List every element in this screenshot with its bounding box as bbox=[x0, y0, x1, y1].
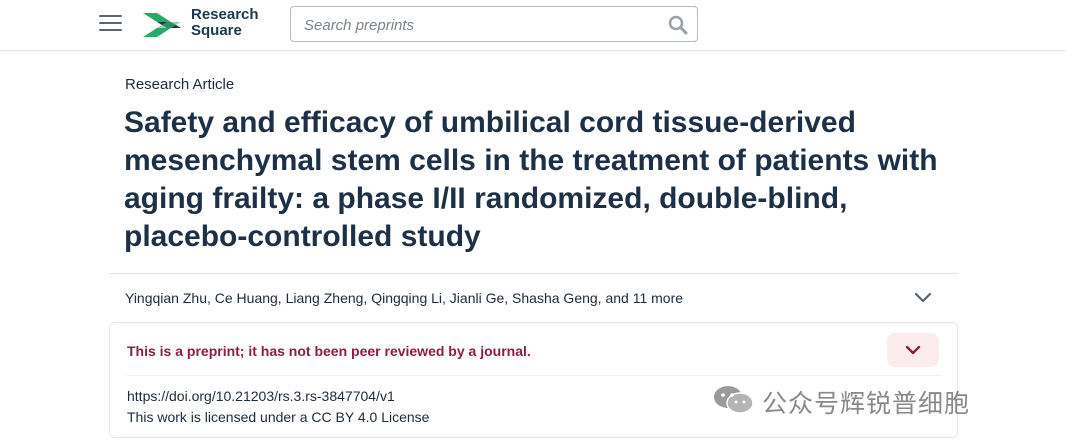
notice-divider bbox=[127, 375, 941, 376]
wechat-icon bbox=[714, 386, 754, 414]
top-navigation-bar: Research Square bbox=[0, 0, 1066, 51]
article-title: Safety and efficacy of umbilical cord ti… bbox=[124, 106, 938, 253]
logo-mark-icon bbox=[143, 13, 181, 37]
authors-expand-chevron-down-icon[interactable] bbox=[914, 290, 932, 306]
watermark: 公众号辉锐普细胞 bbox=[712, 382, 1042, 418]
author-list: Yingqian Zhu, Ce Huang, Liang Zheng, Qin… bbox=[125, 290, 684, 306]
logo-line-2: Square bbox=[191, 22, 242, 39]
license-text: This work is licensed under a CC BY 4.0 … bbox=[127, 409, 430, 425]
research-square-logo[interactable]: Research Square bbox=[141, 7, 271, 43]
logo-line-1: Research bbox=[191, 6, 259, 23]
search-input[interactable] bbox=[304, 15, 654, 35]
search-box bbox=[290, 6, 698, 42]
doi-link[interactable]: https://doi.org/10.21203/rs.3.rs-3847704… bbox=[127, 388, 395, 404]
watermark-text: 公众号辉锐普细胞 bbox=[762, 389, 971, 418]
preprint-notice-card: This is a preprint; it has not been peer… bbox=[109, 322, 958, 438]
notice-expand-button[interactable] bbox=[887, 333, 939, 367]
preprint-warning-text: This is a preprint; it has not been peer… bbox=[127, 343, 531, 359]
divider bbox=[109, 273, 958, 274]
hamburger-menu-icon[interactable] bbox=[99, 14, 122, 33]
chevron-down-icon bbox=[905, 345, 921, 355]
article-type-label: Research Article bbox=[125, 76, 235, 93]
logo-text: Research Square bbox=[191, 7, 259, 39]
search-icon[interactable] bbox=[668, 15, 688, 35]
